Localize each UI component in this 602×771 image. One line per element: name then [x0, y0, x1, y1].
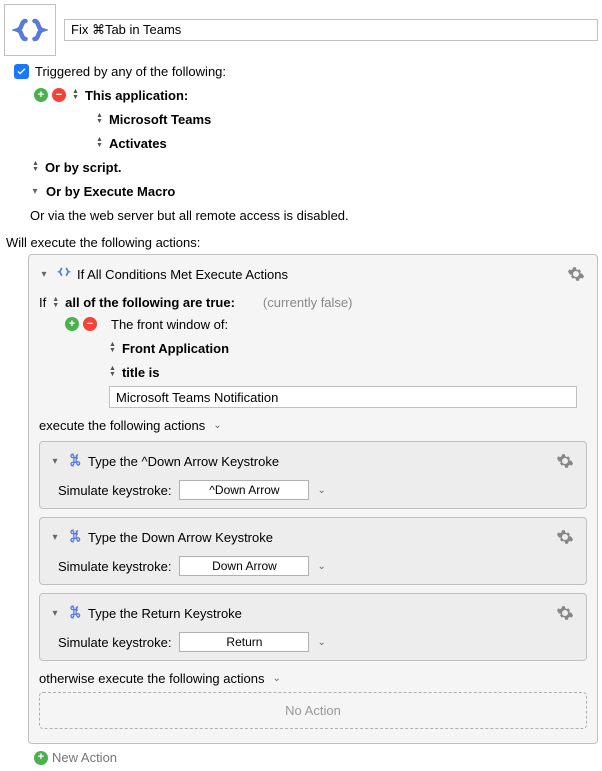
command-icon	[68, 605, 82, 622]
disclosure-icon[interactable]: ▾	[50, 532, 60, 543]
action-settings-button[interactable]	[554, 450, 576, 472]
keystroke-field[interactable]: Down Arrow	[179, 556, 309, 576]
add-action-icon[interactable]: +	[34, 751, 48, 765]
keystroke-menu-icon[interactable]: ⌄	[317, 485, 325, 496]
simulate-label: Simulate keystroke:	[58, 483, 171, 498]
if-action-panel: ▾ If All Conditions Met Execute Actions …	[28, 254, 598, 744]
actions-heading: Will execute the following actions:	[6, 235, 598, 250]
updown-icon[interactable]: ▲▼	[109, 342, 116, 354]
add-condition-icon[interactable]: +	[65, 317, 79, 331]
keystroke-title: Type the ^Down Arrow Keystroke	[88, 454, 279, 469]
or-by-script-label: Or by script.	[45, 160, 122, 175]
disclosure-icon[interactable]: ▾	[39, 269, 49, 280]
if-label: If	[39, 295, 46, 310]
updown-icon[interactable]: ▲▼	[96, 137, 103, 149]
keystroke-field[interactable]: Return	[179, 632, 309, 652]
web-server-note: Or via the web server but all remote acc…	[30, 208, 349, 223]
action-settings-button[interactable]	[554, 526, 576, 548]
otherwise-label: otherwise execute the following actions	[39, 671, 264, 686]
keystroke-action: ▾ Type the Down Arrow Keystroke Simulate…	[39, 517, 587, 585]
or-by-execute-macro-label: Or by Execute Macro	[46, 184, 175, 199]
if-action-title: If All Conditions Met Execute Actions	[77, 267, 288, 282]
keystroke-action: ▾ Type the ^Down Arrow Keystroke Simulat…	[39, 441, 587, 509]
command-icon	[68, 529, 82, 546]
updown-icon[interactable]: ▲▼	[72, 89, 79, 101]
add-trigger-icon[interactable]: +	[34, 88, 48, 102]
new-action-label[interactable]: New Action	[52, 750, 117, 765]
action-settings-button[interactable]	[554, 602, 576, 624]
expand-icon[interactable]: ⌄	[272, 673, 280, 684]
keystroke-title: Type the Return Keystroke	[88, 606, 242, 621]
title-is-label: title is	[122, 365, 160, 380]
activates-label: Activates	[109, 136, 167, 151]
all-true-label: all of the following are true:	[65, 295, 235, 310]
front-application-label: Front Application	[122, 341, 229, 356]
no-action-placeholder[interactable]: No Action	[39, 692, 587, 729]
trigger-enabled-checkbox[interactable]	[14, 64, 29, 79]
simulate-label: Simulate keystroke:	[58, 635, 171, 650]
app-name-label: Microsoft Teams	[109, 112, 211, 127]
keystroke-action: ▾ Type the Return Keystroke Simulate key…	[39, 593, 587, 661]
if-macro-icon	[57, 266, 71, 283]
macro-icon[interactable]	[4, 4, 56, 56]
disclosure-icon[interactable]: ▾	[30, 186, 40, 197]
keystroke-title: Type the Down Arrow Keystroke	[88, 530, 273, 545]
keystroke-menu-icon[interactable]: ⌄	[317, 561, 325, 572]
disclosure-icon[interactable]: ▾	[50, 608, 60, 619]
updown-icon[interactable]: ▲▼	[109, 366, 116, 378]
updown-icon[interactable]: ▲▼	[96, 113, 103, 125]
trigger-label: Triggered by any of the following:	[35, 64, 226, 79]
action-settings-button[interactable]	[565, 263, 587, 285]
remove-condition-icon[interactable]: −	[83, 317, 97, 331]
remove-trigger-icon[interactable]: −	[52, 88, 66, 102]
simulate-label: Simulate keystroke:	[58, 559, 171, 574]
execute-actions-label: execute the following actions	[39, 418, 205, 433]
updown-icon[interactable]: ▲▼	[52, 297, 59, 309]
macro-name-input[interactable]	[64, 19, 598, 41]
this-application-label: This application:	[85, 88, 188, 103]
front-window-label: The front window of:	[111, 317, 228, 332]
command-icon	[68, 453, 82, 470]
updown-icon[interactable]: ▲▼	[32, 161, 39, 173]
window-title-input[interactable]	[109, 386, 577, 408]
expand-icon[interactable]: ⌄	[213, 420, 221, 431]
disclosure-icon[interactable]: ▾	[50, 456, 60, 467]
currently-false-label: (currently false)	[263, 295, 353, 310]
keystroke-field[interactable]: ^Down Arrow	[179, 480, 309, 500]
keystroke-menu-icon[interactable]: ⌄	[317, 637, 325, 648]
